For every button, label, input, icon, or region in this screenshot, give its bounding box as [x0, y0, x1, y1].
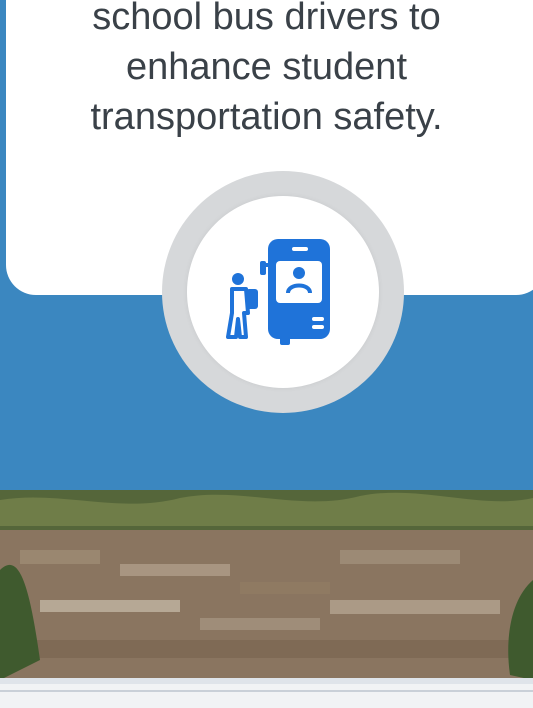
heading-line-3: transportation safety.	[90, 96, 443, 138]
student-boarding-bus-icon	[226, 239, 330, 345]
icon-badge-inner	[187, 196, 379, 388]
icon-badge	[162, 171, 404, 413]
hero-heading: school bus drivers to enhance student tr…	[0, 0, 533, 142]
heading-line-2: enhance student	[125, 46, 407, 88]
hero-photo	[0, 490, 533, 708]
heading-line-1: school bus drivers to	[92, 0, 441, 38]
stone-wall-photo	[0, 490, 533, 708]
